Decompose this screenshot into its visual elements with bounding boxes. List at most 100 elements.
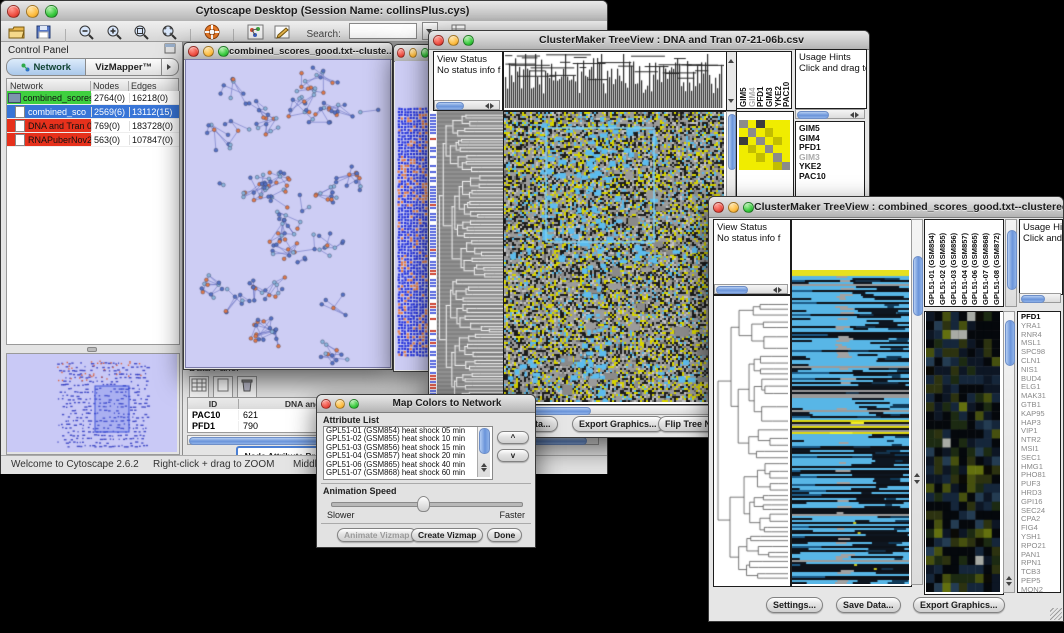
minimize-button[interactable] [728, 202, 739, 213]
close-button[interactable] [713, 202, 724, 213]
tv2-usage-scrollbar[interactable] [1019, 293, 1061, 303]
tv2-vscrollbar[interactable] [911, 219, 923, 585]
tab-vizmapper-label: VizMapper™ [95, 62, 152, 73]
birdseye-panel[interactable] [6, 353, 180, 455]
zoom-button[interactable] [349, 399, 359, 409]
close-button[interactable] [433, 35, 444, 46]
tv1-row-label[interactable]: PAC10 [799, 172, 864, 182]
save-session-icon[interactable] [34, 23, 53, 41]
slider-thumb[interactable] [417, 496, 430, 512]
network-canvas[interactable] [186, 60, 390, 367]
network-row[interactable]: DNA and Tran 07769(0)183728(0) [7, 119, 179, 133]
tv2-column-labels[interactable]: GPL51-01 (GSM854)GPL51-02 (GSM855)GPL51-… [924, 219, 1004, 307]
delete-attribute-icon[interactable] [237, 376, 257, 399]
create-vizmap-button[interactable]: Create Vizmap [411, 528, 483, 542]
tv1-row-dendrogram-panel [437, 111, 503, 403]
birdseye-canvas[interactable] [7, 354, 177, 452]
close-button[interactable] [7, 5, 20, 18]
treeview2-titlebar[interactable]: ClusterMaker TreeView : combined_scores_… [709, 197, 1063, 218]
tv2-zoom-scrollbar[interactable] [1003, 311, 1015, 593]
minimize-button[interactable] [448, 35, 459, 46]
tv2-gene-list[interactable]: PFD1YRA1RNR4MSL1SPC98CLN1NIS1BUD4ELG1MAK… [1017, 311, 1061, 593]
selected-grid-canvas[interactable] [397, 106, 428, 358]
network-row[interactable]: combined_scores_2764(0)16218(0) [7, 91, 179, 105]
attribute-list-scrollbar[interactable] [477, 427, 490, 477]
tv2-column-label[interactable]: GPL51-02 (GSM855) [938, 221, 949, 305]
tv2-settings-button[interactable]: Settings... [766, 597, 823, 613]
tv2-heatmap-canvas[interactable] [792, 270, 909, 584]
move-down-button[interactable]: v [497, 449, 529, 462]
search-input[interactable] [349, 23, 417, 39]
attribute-list[interactable]: GPL51-01 (GSM854) heat shock 05 minGPL51… [323, 426, 493, 480]
zoom-in-icon[interactable] [105, 23, 124, 41]
tv2-column-label[interactable]: GPL51-08 (GSM872) [992, 221, 1003, 305]
open-file-icon[interactable] [7, 23, 26, 41]
tv2-status-scrollbar[interactable] [714, 284, 788, 294]
new-attribute-icon[interactable] [213, 376, 233, 399]
zoom-button[interactable] [45, 5, 58, 18]
zoom-button[interactable] [218, 46, 229, 57]
tv2-labels-scrollbar[interactable] [1005, 219, 1017, 307]
resize-grip[interactable] [1050, 608, 1062, 620]
minimize-button[interactable] [409, 48, 417, 58]
done-button[interactable]: Done [487, 528, 522, 542]
treeview1-titlebar[interactable]: ClusterMaker TreeView : DNA and Tran 07-… [429, 31, 869, 50]
animate-vizmap-label: Animate Vizmap [344, 530, 410, 540]
zoom-button[interactable] [743, 202, 754, 213]
animate-vizmap-button[interactable]: Animate Vizmap [337, 528, 417, 542]
minimize-button[interactable] [335, 399, 345, 409]
tv2-save-data-button[interactable]: Save Data... [836, 597, 901, 613]
tv1-row-dendrogram[interactable] [437, 111, 503, 403]
tab-vizmapper[interactable]: VizMapper™ [86, 58, 162, 76]
tv1-column-dendrogram[interactable] [504, 52, 724, 108]
tv1-column-labels[interactable]: GIM5GIM4PFD1GIM3YKE2PAC10 [736, 51, 792, 109]
float-panel-icon[interactable] [164, 41, 176, 59]
tv1-column-label[interactable]: GIM5 [739, 53, 748, 107]
tv2-zoom-heatmap-canvas[interactable] [926, 312, 1000, 592]
close-button[interactable] [397, 48, 405, 58]
network-view-titlebar[interactable]: combined_scores_good.txt--cluste... [184, 43, 392, 60]
document-icon [15, 106, 25, 118]
close-button[interactable] [188, 46, 199, 57]
gene-label[interactable]: MON2 [1021, 586, 1060, 593]
panel-splitter[interactable] [6, 346, 178, 352]
tv1-hscrollbar[interactable] [503, 405, 725, 415]
move-down-label: v [511, 451, 515, 460]
move-up-button[interactable]: ^ [497, 431, 529, 444]
tv2-column-label[interactable]: GPL51-06 (GSM865) [970, 221, 981, 305]
tv2-column-label[interactable]: GPL51-03 (GSM856) [949, 221, 960, 305]
tv1-usage-scrollbar[interactable] [795, 109, 865, 119]
zoom-out-icon[interactable] [77, 23, 96, 41]
tv2-row-dendrogram[interactable] [714, 296, 788, 584]
tv2-column-label[interactable]: GPL51-01 (GSM854) [927, 221, 938, 305]
tv1-heatmap-canvas[interactable] [504, 112, 724, 402]
tv2-column-label[interactable]: GPL51-07 (GSM868) [981, 221, 992, 305]
import-network-icon[interactable] [246, 23, 265, 41]
tab-overflow-button[interactable] [162, 58, 179, 76]
network-list[interactable]: combined_scores_2764(0)16218(0)combined_… [6, 91, 180, 345]
tv1-export-graphics-button[interactable]: Export Graphics... [572, 416, 664, 432]
dialog-titlebar[interactable]: Map Colors to Network [317, 395, 535, 413]
network-row[interactable]: combined_sco2569(6)13112(15) [7, 105, 179, 119]
tv2-column-label[interactable]: GPL51-04 (GSM857) [960, 221, 971, 305]
minimize-button[interactable] [203, 46, 214, 57]
tv1-column-label[interactable]: PAC10 [782, 53, 791, 107]
network-row[interactable]: RNAPuberNov2+563(0)107847(0) [7, 133, 179, 147]
attribute-list-item[interactable]: GPL51-07 (GSM868) heat shock 60 min [324, 469, 492, 477]
zoom-fit-icon[interactable] [160, 23, 179, 41]
main-titlebar[interactable]: Cytoscape Desktop (Session Name: collins… [1, 1, 607, 22]
close-button[interactable] [321, 399, 331, 409]
partial-window-titlebar[interactable] [394, 45, 429, 62]
zoom-selected-icon[interactable] [132, 23, 151, 41]
tv2-export-graphics-button[interactable]: Export Graphics... [913, 597, 1005, 613]
select-attributes-icon[interactable] [189, 376, 209, 399]
zoom-button[interactable] [463, 35, 474, 46]
tab-network[interactable]: Network [6, 58, 86, 76]
tv1-column-label[interactable]: GIM3 [765, 53, 774, 107]
help-lifering-icon[interactable] [203, 23, 222, 41]
tv1-status-scrollbar[interactable] [434, 100, 500, 110]
annotation-icon[interactable] [273, 23, 292, 41]
minimize-button[interactable] [26, 5, 39, 18]
tv1-column-label[interactable]: PFD1 [756, 53, 765, 107]
partial-network-canvas-area[interactable] [395, 61, 428, 370]
